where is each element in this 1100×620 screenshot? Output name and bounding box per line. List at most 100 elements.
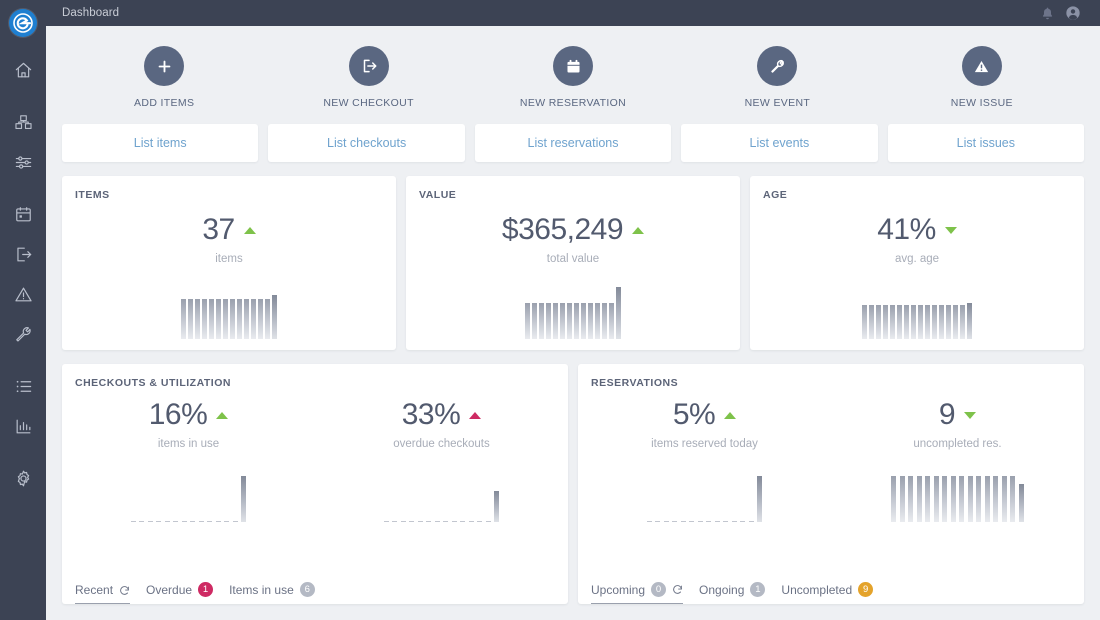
sparkline-bar	[993, 476, 999, 522]
sparkline-bar	[932, 305, 937, 339]
sidebar-item-items[interactable]	[0, 106, 46, 138]
sparkline-bar	[532, 303, 537, 339]
sidebar-item-reservations[interactable]	[0, 198, 46, 230]
quick-action-new-event[interactable]: NEW EVENT	[675, 46, 879, 109]
card-title: CHECKOUTS & UTILIZATION	[75, 377, 231, 389]
tab-items-in-use[interactable]: Items in use 6	[229, 582, 315, 604]
sparkline-bar	[451, 521, 457, 522]
sidebar-item-home[interactable]	[0, 54, 46, 86]
sidebar-item-issues[interactable]	[0, 278, 46, 310]
tab-upcoming[interactable]: Upcoming 0	[591, 582, 684, 604]
app-logo[interactable]	[0, 0, 46, 46]
status-badge: 9	[858, 582, 874, 597]
sparkline-bar	[460, 521, 466, 522]
stat-value: 37	[202, 213, 235, 246]
tab-label: Upcoming	[591, 582, 646, 597]
sparkline-bar	[525, 303, 530, 339]
sparkline-bar	[984, 476, 990, 522]
status-badge: 6	[299, 582, 315, 597]
sparkline-bar	[953, 305, 958, 339]
quick-action-add-items[interactable]: ADD ITEMS	[62, 46, 266, 109]
status-badge: 0	[651, 582, 667, 597]
sidebar-item-lists[interactable]	[0, 370, 46, 402]
quick-action-label: NEW RESERVATION	[519, 97, 627, 109]
quick-action-new-checkout[interactable]: NEW CHECKOUT	[266, 46, 470, 109]
items-in-use-sparkline	[130, 470, 247, 522]
sparkline-bar	[916, 476, 922, 522]
tab-label: Uncompleted	[781, 582, 853, 597]
panel-checkouts-utilization: CHECKOUTS & UTILIZATION 16% items in use	[62, 364, 568, 604]
sparkline-bar	[976, 476, 982, 522]
trend-up-icon	[632, 226, 645, 234]
sidebar-item-attributes[interactable]	[0, 146, 46, 178]
card-title: VALUE	[419, 189, 457, 201]
topbar: Dashboard	[46, 0, 1100, 26]
sparkline-bar	[1001, 476, 1007, 522]
trend-up-icon	[243, 226, 256, 234]
refresh-icon[interactable]	[672, 584, 683, 595]
sparkline-bar	[202, 299, 207, 339]
sparkline-bar	[1018, 484, 1024, 522]
panel-tabs: Upcoming 0 Ongoing 1 Uncompleted 9	[578, 570, 1084, 604]
sparkline-bar	[714, 521, 720, 522]
stat-sub-label: total value	[546, 253, 600, 265]
stat-value: $365,249	[501, 213, 624, 246]
trend-down-icon	[944, 226, 957, 234]
warning-triangle-icon	[961, 46, 1002, 86]
sparkline-bar	[869, 305, 874, 339]
sparkline-bar	[655, 521, 661, 522]
tab-recent[interactable]: Recent	[75, 583, 131, 604]
stat-value-line: $365,249	[501, 213, 645, 246]
tab-ongoing[interactable]: Ongoing 1	[699, 582, 766, 604]
sparkline-bar	[443, 521, 449, 522]
sparkline-bar	[130, 521, 136, 522]
overdue-checkouts-sparkline	[383, 470, 500, 522]
sidebar-item-settings[interactable]	[0, 462, 46, 494]
sparkline-bar	[595, 303, 600, 339]
content: ADD ITEMS NEW CHECKOUT NEW RESERVATION N…	[46, 26, 1100, 620]
sparkline-bar	[258, 299, 263, 339]
stat-sub-label: items in use	[157, 438, 220, 450]
list-issues-button[interactable]: List issues	[887, 124, 1085, 162]
sparkline-bar	[485, 521, 491, 522]
quick-action-new-reservation[interactable]: NEW RESERVATION	[471, 46, 675, 109]
sparkline-bar	[950, 476, 956, 522]
sparkline-bar	[241, 476, 247, 522]
list-buttons-row: List items List checkouts List reservati…	[62, 124, 1085, 162]
refresh-icon[interactable]	[119, 585, 130, 596]
sparkline-bar	[723, 521, 729, 522]
quick-action-new-issue[interactable]: NEW ISSUE	[880, 46, 1084, 109]
sidebar	[0, 0, 46, 620]
sparkline-bar	[697, 521, 703, 522]
list-events-button[interactable]: List events	[681, 124, 878, 162]
tab-uncompleted[interactable]: Uncompleted 9	[781, 582, 874, 604]
tab-overdue[interactable]: Overdue 1	[146, 582, 214, 604]
sparkline-bar	[417, 521, 423, 522]
sidebar-item-checkouts[interactable]	[0, 238, 46, 270]
sparkline-bar	[646, 521, 652, 522]
sparkline-bar	[223, 299, 228, 339]
list-reservations-button[interactable]: List reservations	[474, 124, 672, 162]
sparkline-bar	[1010, 476, 1016, 522]
plus-icon	[144, 46, 185, 86]
sparkline-bar	[147, 521, 153, 522]
user-avatar-icon[interactable]	[1060, 0, 1086, 26]
sidebar-item-reports[interactable]	[0, 410, 46, 442]
sparkline-bar	[911, 305, 916, 339]
sparkline-bar	[188, 299, 193, 339]
sparkline-bar	[237, 299, 242, 339]
sidebar-item-maintenance[interactable]	[0, 318, 46, 350]
sparkline-bar	[190, 521, 196, 522]
sparkline-bar	[139, 521, 145, 522]
sparkline-bar	[477, 521, 483, 522]
sparkline-bar	[883, 305, 888, 339]
bell-icon[interactable]	[1034, 0, 1060, 26]
list-items-button[interactable]: List items	[62, 124, 259, 162]
status-badge: 1	[750, 582, 766, 597]
sparkline-bar	[539, 303, 544, 339]
stat-body: 37 items	[62, 201, 396, 339]
list-checkouts-button[interactable]: List checkouts	[268, 124, 465, 162]
stat-sub-label: avg. age	[894, 253, 940, 265]
sparkline-bar	[939, 305, 944, 339]
sparkline-bar	[232, 521, 238, 522]
